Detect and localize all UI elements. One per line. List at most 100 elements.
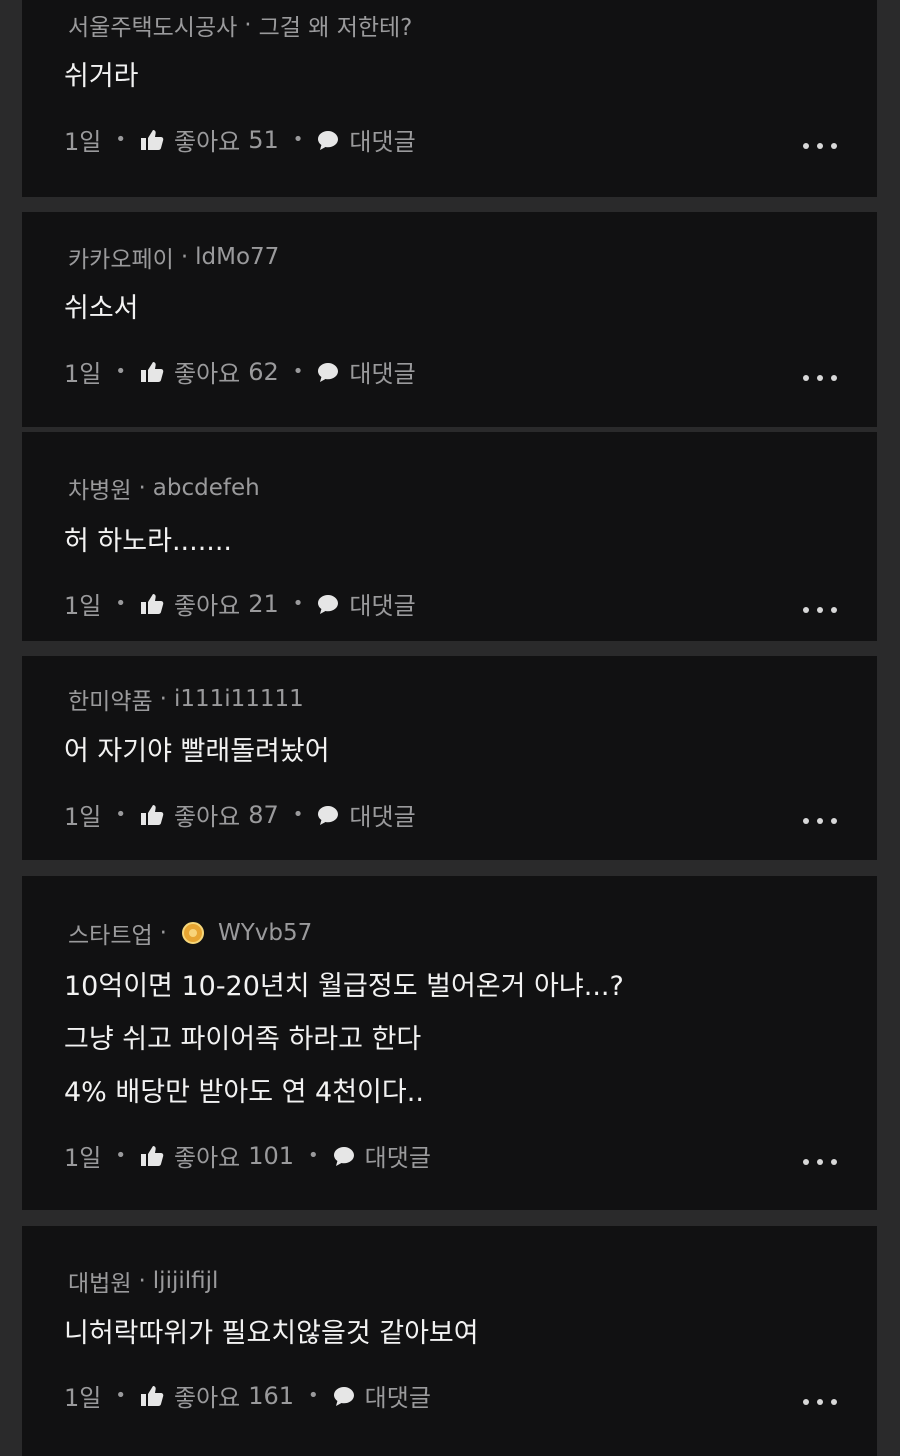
comment-author-line: 한미약품 · i111i11111 xyxy=(68,682,304,716)
like-label: 좋아요 xyxy=(173,803,241,831)
company-name[interactable]: 스타트업 xyxy=(68,916,153,950)
nickname[interactable]: 그걸 왜 저한테? xyxy=(259,8,413,42)
more-dots-icon[interactable] xyxy=(803,607,837,615)
separator-dot: · xyxy=(159,920,167,946)
like-button[interactable]: 좋아요 51 xyxy=(140,122,279,157)
comment-author-line: 스타트업 · WYvb57 xyxy=(68,916,312,950)
comment-time: 1일 xyxy=(64,360,102,388)
thumbs-up-icon xyxy=(140,593,164,615)
like-label: 좋아요 xyxy=(173,128,241,156)
comment-author-line: 차병원 · abcdefeh xyxy=(68,471,260,505)
comment-card: 대법원 · ljijilfijl 니허락따위가 필요치않을것 같아보여 1일 • 좋아요 16… xyxy=(22,1226,877,1456)
reply-label: 대댓글 xyxy=(349,360,416,388)
company-name[interactable]: 서울주택도시공사 xyxy=(68,8,237,42)
comment-text: 쉬소서 xyxy=(64,293,139,324)
comment-card: 스타트업 · WYvb57 10억이면 10-20년치 월급정도 벌어온거 아냐...… xyxy=(22,876,877,1210)
speech-bubble-icon xyxy=(333,1145,355,1167)
separator-dot: • xyxy=(115,804,126,825)
like-button[interactable]: 좋아요 21 xyxy=(140,586,279,621)
nickname[interactable]: ldMo77 xyxy=(195,244,279,270)
separator-dot: • xyxy=(115,361,126,382)
comment-text: 어 자기야 빨래돌려놨어 xyxy=(64,736,330,767)
like-button[interactable]: 좋아요 87 xyxy=(140,797,279,832)
like-label: 좋아요 xyxy=(173,360,241,388)
more-dots-icon[interactable] xyxy=(803,1159,837,1167)
comment-text: 허 하노라....... xyxy=(64,526,233,557)
separator-dot: • xyxy=(115,1145,126,1166)
comment-actions: 1일 • 좋아요 21 • 대댓글 xyxy=(64,586,416,621)
company-name[interactable]: 대법원 xyxy=(68,1264,131,1298)
separator-dot: • xyxy=(308,1385,319,1406)
thumbs-up-icon xyxy=(140,129,164,151)
comment-card: 차병원 · abcdefeh 허 하노라....... 1일 • 좋아요 21 • 대댓글 xyxy=(22,432,877,641)
reply-button[interactable]: 대댓글 xyxy=(333,1378,431,1413)
speech-bubble-icon xyxy=(333,1385,355,1407)
separator-dot: • xyxy=(292,593,304,614)
comment-text: 니허락따위가 필요치않을것 같아보여 xyxy=(64,1318,479,1349)
nickname[interactable]: WYvb57 xyxy=(218,920,312,946)
comment-time: 1일 xyxy=(64,1384,102,1412)
separator-dot: · xyxy=(244,12,252,38)
reply-button[interactable]: 대댓글 xyxy=(317,354,416,389)
speech-bubble-icon xyxy=(317,361,339,383)
comment-actions: 1일 • 좋아요 161 • 대댓글 xyxy=(64,1378,431,1413)
reply-button[interactable]: 대댓글 xyxy=(317,122,416,157)
reply-button[interactable]: 대댓글 xyxy=(333,1138,431,1173)
speech-bubble-icon xyxy=(317,804,339,826)
reply-button[interactable]: 대댓글 xyxy=(317,586,416,621)
reply-label: 대댓글 xyxy=(349,803,416,831)
comment-actions: 1일 • 좋아요 62 • 대댓글 xyxy=(64,354,416,389)
comment-actions: 1일 • 좋아요 87 • 대댓글 xyxy=(64,797,416,832)
like-count: 161 xyxy=(248,1381,295,1410)
reply-label: 대댓글 xyxy=(364,1144,431,1172)
thumbs-up-icon xyxy=(140,361,164,383)
like-button[interactable]: 좋아요 62 xyxy=(140,354,279,389)
nickname[interactable]: ljijilfijl xyxy=(153,1268,219,1294)
like-count: 51 xyxy=(248,125,279,154)
separator-dot: • xyxy=(115,129,126,150)
reply-label: 대댓글 xyxy=(364,1384,431,1412)
comment-card: 서울주택도시공사 · 그걸 왜 저한테? 쉬거라 1일 • 좋아요 51 • 대댓글 xyxy=(22,0,877,197)
thumbs-up-icon xyxy=(140,1145,164,1167)
company-name[interactable]: 차병원 xyxy=(68,471,131,505)
separator-dot: · xyxy=(138,1268,146,1294)
gold-badge-icon xyxy=(181,922,204,944)
separator-dot: • xyxy=(115,1385,126,1406)
nickname[interactable]: i111i11111 xyxy=(174,686,304,712)
like-count: 87 xyxy=(248,800,279,829)
comment-time: 1일 xyxy=(64,803,102,831)
separator-dot: · xyxy=(138,475,146,501)
company-name[interactable]: 한미약품 xyxy=(68,682,153,716)
thumbs-up-icon xyxy=(140,804,164,826)
comment-card: 한미약품 · i111i11111 어 자기야 빨래돌려놨어 1일 • 좋아요 87 • 대댓글 xyxy=(22,656,877,860)
comment-text: 그냥 쉬고 파이어족 하라고 한다 xyxy=(64,1024,422,1055)
like-label: 좋아요 xyxy=(173,1144,241,1172)
company-name[interactable]: 카카오페이 xyxy=(68,240,174,274)
like-button[interactable]: 좋아요 101 xyxy=(140,1138,294,1173)
separator-dot: • xyxy=(292,804,304,825)
separator-dot: · xyxy=(159,686,167,712)
separator-dot: • xyxy=(292,129,304,150)
speech-bubble-icon xyxy=(317,593,339,615)
thumbs-up-icon xyxy=(140,1385,164,1407)
reply-label: 대댓글 xyxy=(349,128,416,156)
more-dots-icon[interactable] xyxy=(803,1399,837,1407)
comment-text: 4% 배당만 받아도 연 4천이다.. xyxy=(64,1077,424,1108)
like-label: 좋아요 xyxy=(173,1384,241,1412)
like-count: 101 xyxy=(248,1141,295,1170)
comment-time: 1일 xyxy=(64,1144,102,1172)
comment-author-line: 대법원 · ljijilfijl xyxy=(68,1264,218,1298)
comment-author-line: 서울주택도시공사 · 그걸 왜 저한테? xyxy=(68,8,412,42)
reply-button[interactable]: 대댓글 xyxy=(317,797,416,832)
like-button[interactable]: 좋아요 161 xyxy=(140,1378,294,1413)
separator-dot: · xyxy=(180,244,189,270)
more-dots-icon[interactable] xyxy=(803,818,837,826)
like-count: 21 xyxy=(248,589,279,618)
more-dots-icon[interactable] xyxy=(803,143,837,151)
comment-actions: 1일 • 좋아요 51 • 대댓글 xyxy=(64,122,416,157)
comment-card: 카카오페이 · ldMo77 쉬소서 1일 • 좋아요 62 • 대댓글 xyxy=(22,212,877,427)
comment-actions: 1일 • 좋아요 101 • 대댓글 xyxy=(64,1138,431,1173)
comment-time: 1일 xyxy=(64,128,102,156)
more-dots-icon[interactable] xyxy=(803,375,837,383)
nickname[interactable]: abcdefeh xyxy=(153,475,260,501)
